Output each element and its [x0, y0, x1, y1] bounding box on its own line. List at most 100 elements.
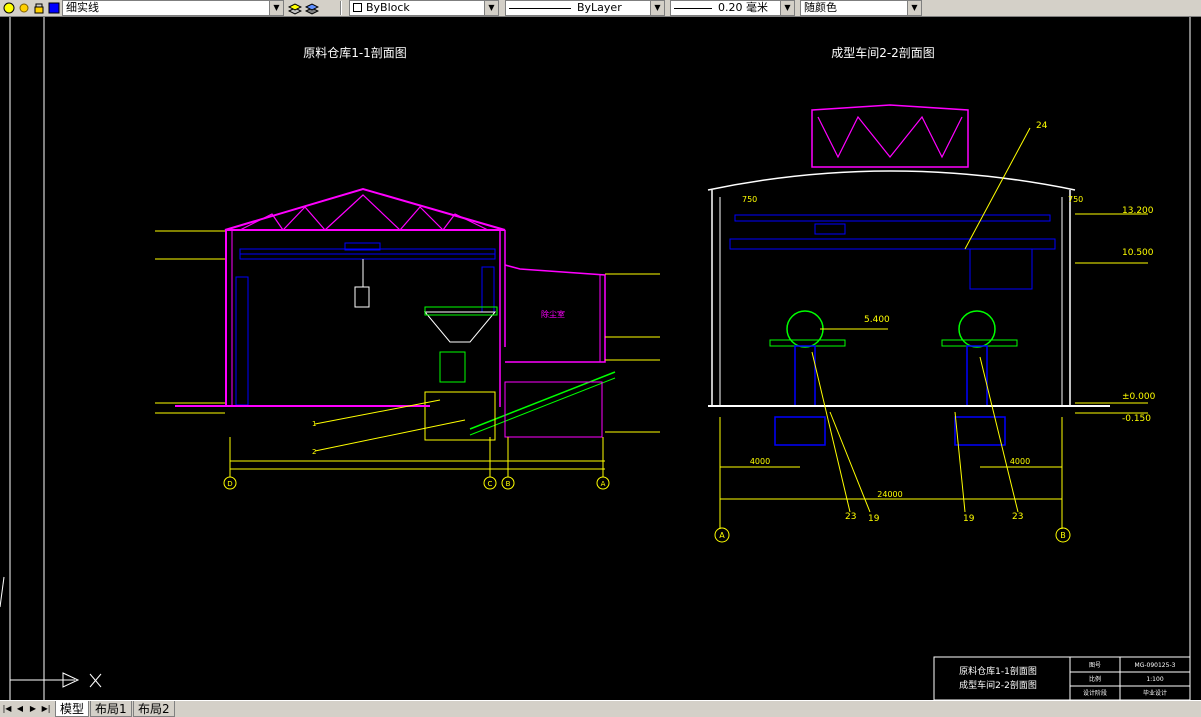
model-space-canvas[interactable]: 原料仓库1-1剖面图 除尘室 1 2 D C B A 成型车间2-2剖面图 13… — [0, 17, 1201, 700]
left-section-drawing: 原料仓库1-1剖面图 除尘室 1 2 D C B A — [155, 45, 660, 490]
leader-label: 2 — [312, 448, 316, 456]
crane-cab — [814, 223, 846, 235]
leader-lines-right — [811, 127, 1031, 513]
layout-tab-bar: |◀ ◀ ▶ ▶| 模型 布局1 布局2 — [0, 700, 1201, 717]
title-block-value: 1:100 — [1146, 676, 1163, 683]
press-right — [958, 310, 996, 348]
axis-label: B — [506, 480, 511, 488]
leader-label: 19 — [963, 514, 975, 524]
axis-grid-right — [714, 417, 1071, 543]
right-section-drawing: 成型车间2-2剖面图 13.200 10.500 5.400 ±0.000 -0… — [707, 45, 1156, 543]
room-label: 除尘室 — [541, 309, 565, 319]
hopper-top — [424, 306, 498, 316]
elevation-label: 5.400 — [864, 315, 890, 325]
axis-label: C — [488, 480, 493, 488]
roof-arch — [707, 170, 1076, 191]
title-block-value: MG-090125-3 — [1135, 662, 1176, 669]
elevation-label: 10.500 — [1122, 248, 1154, 258]
layer-dropdown[interactable]: 细实线 ▼ — [62, 0, 284, 16]
properties-toolbar: 细实线 ▼ ByBlock ▼ ByLayer ▼ 0.20 毫米 ▼ 随颜色 … — [0, 0, 1201, 17]
title-block-label: 比例 — [1089, 675, 1101, 683]
lineweight-preview — [674, 7, 712, 9]
elevation-markers-left — [155, 230, 660, 433]
color-swatch — [353, 2, 362, 12]
chevron-down-icon[interactable]: ▼ — [650, 1, 664, 15]
chevron-down-icon[interactable]: ▼ — [269, 1, 283, 15]
linetype-value: ByLayer — [577, 1, 622, 14]
axis-label: D — [227, 480, 232, 488]
color-dropdown[interactable]: ByBlock ▼ — [349, 0, 499, 16]
prev-tab-icon[interactable]: ◀ — [14, 703, 26, 715]
press-platform — [769, 339, 846, 347]
title-block-name-2: 成型车间2-2剖面图 — [959, 679, 1037, 691]
linetype-dropdown[interactable]: ByLayer ▼ — [505, 0, 665, 16]
pit-outline — [424, 391, 496, 441]
elevation-markers-right — [820, 213, 1148, 414]
ucs-icon — [0, 576, 102, 688]
sun-freeze-icon[interactable] — [17, 1, 31, 15]
last-tab-icon[interactable]: ▶| — [40, 703, 52, 715]
make-current-layer-icon[interactable] — [288, 1, 302, 15]
dimension-label: 4000 — [750, 457, 770, 466]
foundation — [954, 416, 1006, 446]
dimension-label: 750 — [1068, 195, 1083, 204]
plotstyle-dropdown[interactable]: 随颜色 ▼ — [800, 0, 922, 16]
press-column — [794, 345, 816, 407]
leader-label: 1 — [312, 420, 316, 428]
axis-label: B — [1060, 531, 1066, 540]
crane-bridge — [734, 214, 1051, 222]
feeder — [439, 351, 466, 383]
plotstyle-value: 随颜色 — [804, 1, 837, 14]
right-section-title: 成型车间2-2剖面图 — [831, 45, 935, 60]
conveyor-belt — [469, 371, 616, 430]
lock-icon[interactable] — [32, 1, 46, 15]
dimension-label: 24000 — [877, 490, 902, 499]
lineweight-value: 0.20 毫米 — [718, 1, 768, 14]
press-left — [786, 310, 824, 348]
linetype-preview — [509, 7, 571, 9]
autocad-window: 细实线 ▼ ByBlock ▼ ByLayer ▼ 0.20 毫米 ▼ 随颜色 … — [0, 0, 1201, 717]
elevation-label: ±0.000 — [1122, 392, 1156, 402]
title-block-value: 毕业设计 — [1143, 689, 1167, 697]
axis-label: A — [719, 531, 725, 540]
truss-web — [239, 194, 489, 231]
leader-label: 24 — [1036, 121, 1048, 131]
press-platform — [941, 339, 1018, 347]
tab-layout2[interactable]: 布局2 — [133, 701, 175, 717]
crane-main-beam — [729, 238, 1056, 250]
title-block-label: 图号 — [1089, 662, 1101, 669]
hopper — [423, 311, 497, 343]
dimension-label: 750 — [742, 195, 757, 204]
column-right — [481, 266, 495, 313]
next-tab-icon[interactable]: ▶ — [27, 703, 39, 715]
toolbar-separator — [340, 1, 342, 15]
leader-line — [314, 419, 466, 452]
title-block-label: 设计阶段 — [1083, 689, 1107, 697]
dimension-label: 4000 — [1010, 457, 1030, 466]
first-tab-icon[interactable]: |◀ — [1, 703, 13, 715]
title-block-name-1: 原料仓库1-1剖面图 — [959, 665, 1037, 677]
chevron-down-icon[interactable]: ▼ — [780, 1, 794, 15]
layer-name: 细实线 — [66, 1, 99, 14]
lineweight-dropdown[interactable]: 0.20 毫米 ▼ — [670, 0, 795, 16]
roof-outline — [224, 187, 506, 231]
cad-drawing: 原料仓库1-1剖面图 除尘室 1 2 D C B A 成型车间2-2剖面图 13… — [0, 17, 1191, 700]
tab-model[interactable]: 模型 — [55, 701, 90, 717]
leader-label: 19 — [868, 514, 880, 524]
leader-line — [314, 399, 441, 425]
axis-grid-left — [223, 437, 610, 490]
monitor-truss — [817, 115, 963, 159]
layer-state-icon[interactable] — [2, 1, 16, 15]
chevron-down-icon[interactable]: ▼ — [907, 1, 921, 15]
color-value: ByBlock — [366, 1, 410, 14]
layer-previous-icon[interactable] — [305, 1, 319, 15]
foundation — [774, 416, 826, 446]
column-left — [235, 276, 249, 406]
chevron-down-icon[interactable]: ▼ — [484, 1, 498, 15]
tab-layout1[interactable]: 布局1 — [90, 701, 132, 717]
layer-color-icon — [48, 2, 60, 14]
axis-label: A — [601, 480, 606, 488]
left-section-title: 原料仓库1-1剖面图 — [303, 45, 407, 60]
elevation-label: 13.200 — [1122, 206, 1154, 216]
press-column — [966, 345, 988, 407]
